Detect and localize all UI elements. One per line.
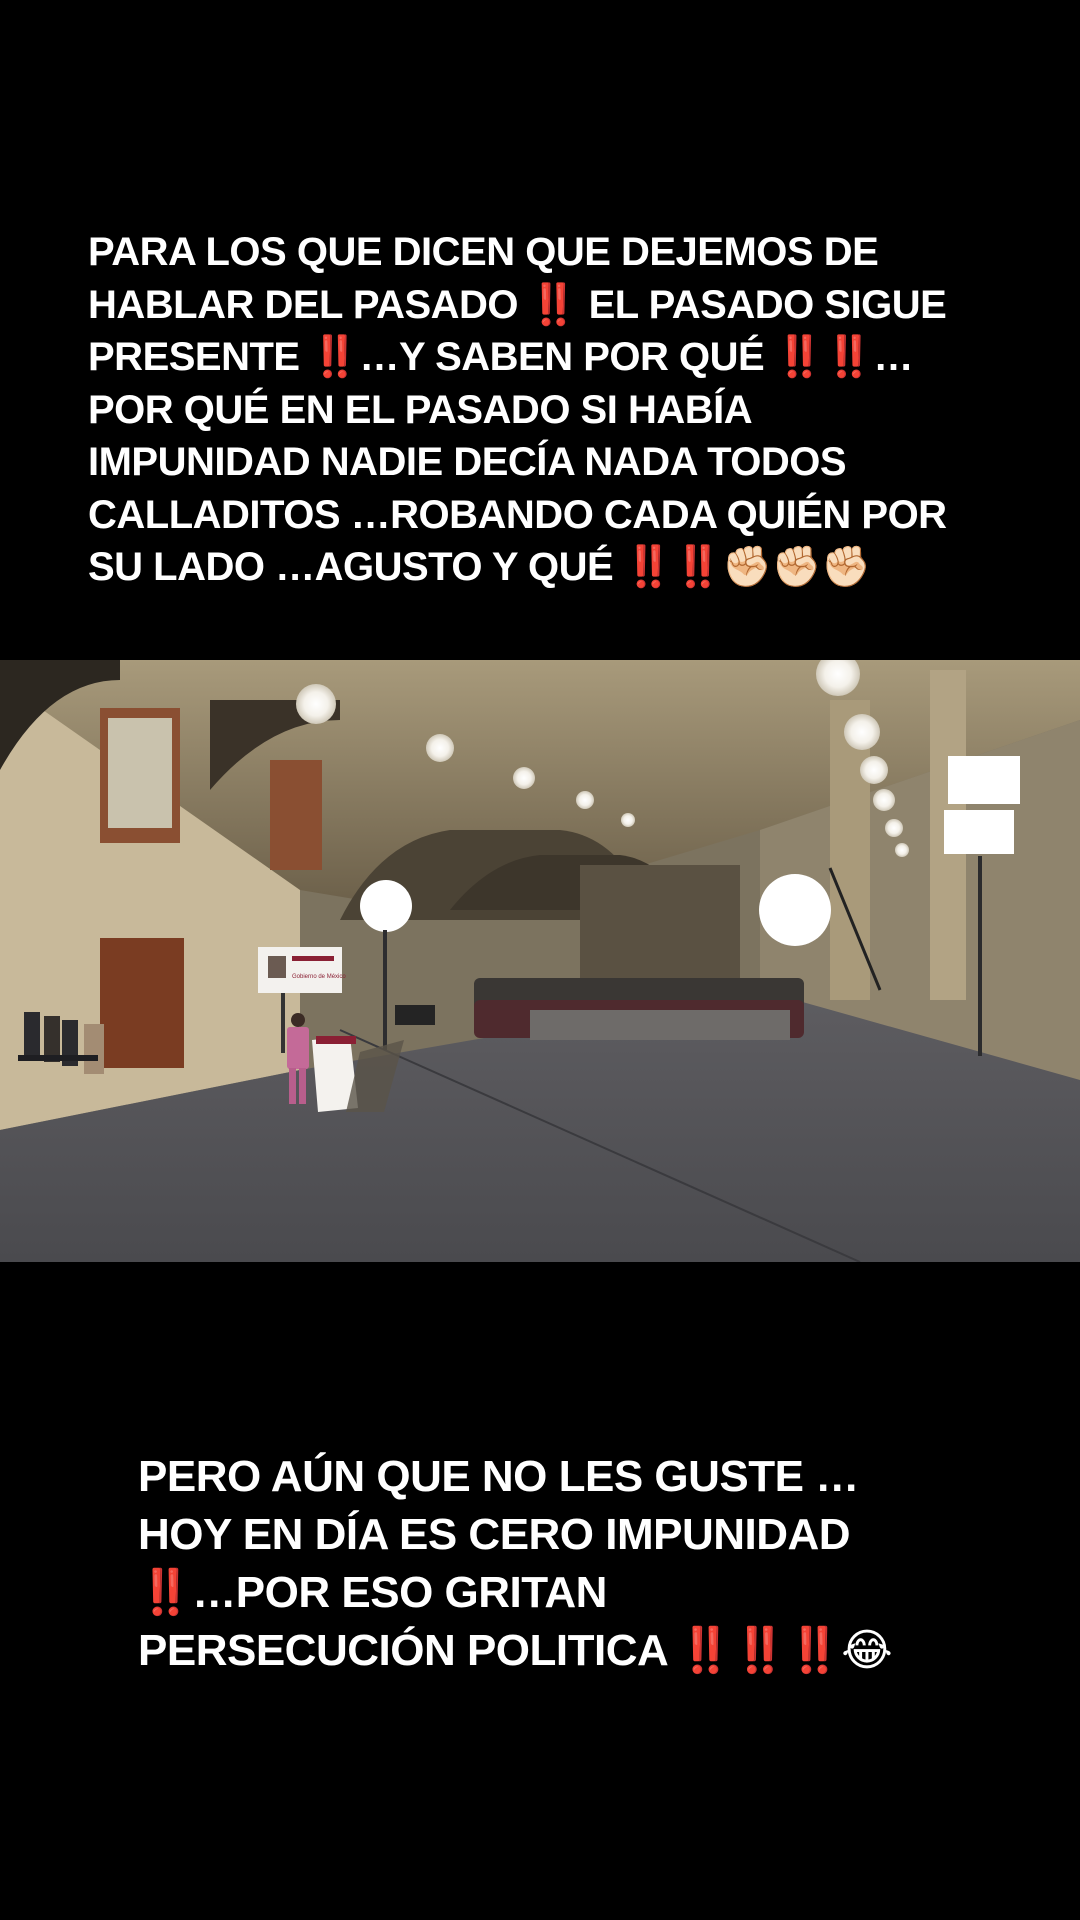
softbox-top (948, 756, 1020, 804)
audience (474, 978, 804, 1040)
caption-bottom-line-2: HOY EN DÍA ES CERO IMPUNIDAD (138, 1510, 851, 1559)
left-door (100, 938, 184, 1068)
caption-bottom-line-3: ‼️…POR ESO GRITAN (138, 1568, 607, 1617)
corridor-end (580, 865, 740, 985)
studio-light-left (360, 880, 412, 932)
event-screen-text: Gobierno de México (292, 974, 346, 980)
press-hall-scene: Gobierno de México (0, 660, 1080, 1262)
caption-top-line-5: IMPUNIDAD NADIE DECÍA NADA TODOS (88, 440, 847, 484)
caption-top-line-2: HABLAR DEL PASADO ‼️ EL PASADO SIGUE (88, 282, 947, 327)
caption-bottom-line-1: PERO AÚN QUE NO LES GUSTE … (138, 1452, 859, 1501)
caption-top-line-7: SU LADO …AGUSTO Y QUÉ ‼️‼️✊🏻✊🏻✊🏻 (88, 545, 871, 589)
caption-bottom-line-4: PERSECUCIÓN POLITICA ‼️‼️‼️😂 (138, 1626, 893, 1675)
caption-top: PARA LOS QUE DICEN QUE DEJEMOS DE HABLAR… (88, 226, 1008, 594)
camera-rig (395, 1005, 435, 1025)
caption-top-line-3: PRESENTE ‼️…Y SABEN POR QUÉ ‼️‼️… (88, 335, 913, 379)
softbox-bottom (944, 810, 1014, 854)
studio-light-right (759, 874, 831, 946)
video-frame[interactable]: Gobierno de México (0, 660, 1080, 1262)
caption-top-line-4: POR QUÉ EN EL PASADO SI HABÍA (88, 387, 753, 432)
caption-bottom: PERO AÚN QUE NO LES GUSTE … HOY EN DÍA E… (138, 1448, 978, 1680)
caption-top-line-6: CALLADITOS …ROBANDO CADA QUIÉN POR (88, 492, 947, 537)
caption-top-line-1: PARA LOS QUE DICEN QUE DEJEMOS DE (88, 230, 879, 274)
